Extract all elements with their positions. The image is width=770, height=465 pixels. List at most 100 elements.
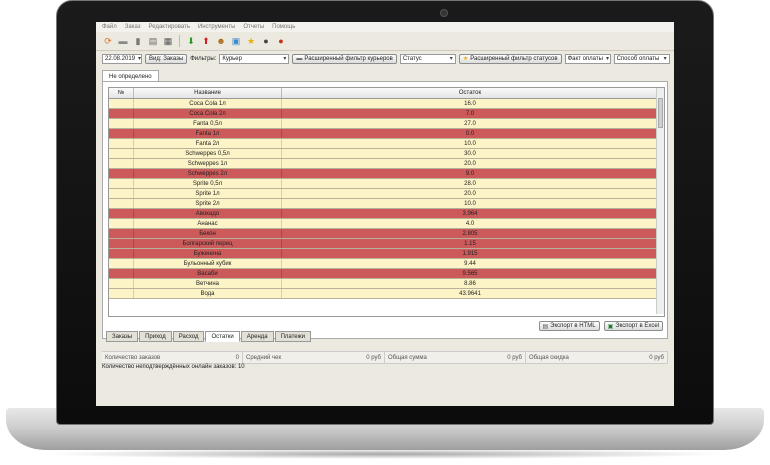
table-row[interactable]: Sprite 2л 10.0 <box>109 199 664 209</box>
cell-stock: 10.0 <box>282 199 659 208</box>
arrow-down-icon[interactable]: ⬇ <box>185 35 197 47</box>
cell-stock: 1.15 <box>282 239 659 248</box>
cell-number <box>109 119 134 128</box>
stat-cell: Общая скидка 0 руб <box>526 352 668 363</box>
tab-bottom-3[interactable]: Остатки <box>205 331 240 342</box>
cell-stock: 9.44 <box>282 259 659 268</box>
cell-number <box>109 109 134 118</box>
stop-icon[interactable]: ● <box>275 35 287 47</box>
cell-number <box>109 139 134 148</box>
table-row[interactable]: Буженина 1.915 <box>109 249 664 259</box>
app-window: Файл Заказ Редактировать Инструменты Отчеты П… <box>96 22 674 406</box>
unconfirmed-orders: Количество неподтверждённых онлайн заказ… <box>102 364 245 370</box>
table-row[interactable]: Вода 43.9641 <box>109 289 664 299</box>
person-icon[interactable]: ☻ <box>215 35 227 47</box>
table-row[interactable]: Coca Cola 1л 16.0 <box>109 99 664 109</box>
cell-stock: 8.86 <box>282 279 659 288</box>
stat-label: Общая сумма <box>388 354 427 361</box>
menu-item-4[interactable]: Отчеты <box>243 24 264 30</box>
table-row[interactable]: Бульонный кубик 9.44 <box>109 259 664 269</box>
courier-filter-button[interactable]: ▬ Расширенный фильтр курьеров <box>292 53 397 64</box>
bottom-tabs: Заказы Приход Расход Остатки Аренда Платежи <box>106 331 311 342</box>
table-row[interactable]: Schweppes 0,5л 30.0 <box>109 149 664 159</box>
cell-number <box>109 129 134 138</box>
tab-bottom-1[interactable]: Приход <box>139 331 172 342</box>
stat-value: 0 <box>235 354 239 361</box>
courier-select[interactable]: Курьер <box>219 53 290 64</box>
status-select[interactable]: Статус <box>399 53 456 64</box>
table-row[interactable]: Sprite 1л 20.0 <box>109 189 664 199</box>
cell-stock: 7.0 <box>282 109 659 118</box>
star-icon[interactable]: ★ <box>245 35 257 47</box>
cell-name: Буженина <box>134 249 282 258</box>
table-row[interactable]: Schweppes 1л 20.0 <box>109 159 664 169</box>
table-row[interactable]: Fanta 1л 0.0 <box>109 129 664 139</box>
filter-bar: 22.08.2019 Вид: Заказы Фильтры: Курьер ▬… <box>96 51 674 66</box>
export-excel-button[interactable]: ▣ Экспорт в Excel <box>603 321 663 331</box>
owl-icon[interactable]: ● <box>260 35 272 47</box>
cell-name: Coca Cola 1л <box>134 99 282 108</box>
view-selector[interactable]: Вид: Заказы <box>145 53 188 64</box>
table-row[interactable]: Авокадо 3.964 <box>109 209 664 219</box>
table-row[interactable]: Fanta 2л 10.0 <box>109 139 664 149</box>
cell-stock: 3.964 <box>282 209 659 218</box>
cell-number <box>109 199 134 208</box>
truck-icon[interactable]: ▮ <box>132 35 144 47</box>
menu-item-1[interactable]: Заказ <box>125 24 141 30</box>
laptop-shadow <box>40 449 730 459</box>
tab-bottom-2[interactable]: Расход <box>172 331 205 342</box>
column-header-number[interactable]: № <box>109 88 134 98</box>
table-row[interactable]: Болгарский перец 1.15 <box>109 239 664 249</box>
cell-number <box>109 289 134 298</box>
cell-number <box>109 209 134 218</box>
cell-name: Ананас <box>134 219 282 228</box>
courier-filter-label: Расширенный фильтр курьеров <box>304 55 393 62</box>
cell-name: Schweppes 0,5л <box>134 149 282 158</box>
status-filter-label: Расширенный фильтр статусов <box>470 55 558 62</box>
column-header-stock[interactable]: Остаток <box>282 88 659 98</box>
tab-bottom-4[interactable]: Аренда <box>240 331 274 342</box>
tab-bottom-5[interactable]: Платежи <box>274 331 311 342</box>
cell-number <box>109 229 134 238</box>
table-row[interactable]: Ветчина 8.86 <box>109 279 664 289</box>
courier-value: Курьер <box>222 55 242 62</box>
scrollbar-thumb[interactable] <box>658 98 663 128</box>
table-row[interactable]: Васаби 9.565 <box>109 269 664 279</box>
print-icon[interactable]: ▤ <box>147 35 159 47</box>
tab-bottom-0[interactable]: Заказы <box>106 331 139 342</box>
table-row[interactable]: Fanta 0,5л 27.0 <box>109 119 664 129</box>
menu-item-0[interactable]: Файл <box>102 24 117 30</box>
cell-stock: 2.805 <box>282 229 659 238</box>
cell-number <box>109 269 134 278</box>
table-row[interactable]: Бекон 2.805 <box>109 229 664 239</box>
payment-method-select[interactable]: Способ оплаты <box>613 53 670 64</box>
vertical-scrollbar[interactable] <box>656 88 664 314</box>
stat-label: Средний чек <box>246 354 282 361</box>
menu-item-2[interactable]: Редактировать <box>149 24 190 30</box>
car-icon[interactable]: ▬ <box>117 35 129 47</box>
refresh-icon[interactable]: ⟳ <box>102 35 114 47</box>
cell-name: Бекон <box>134 229 282 238</box>
calculator-icon[interactable]: ▦ <box>162 35 174 47</box>
menu-item-3[interactable]: Инструменты <box>198 24 235 30</box>
cell-stock: 9.565 <box>282 269 659 278</box>
table-row[interactable]: Coca Cola 2л 7.0 <box>109 109 664 119</box>
toolbar-separator <box>179 35 180 47</box>
payment-fact-select[interactable]: Факт оплаты <box>564 53 611 64</box>
column-header-name[interactable]: Название <box>134 88 282 98</box>
cell-name: Schweppes 2л <box>134 169 282 178</box>
table-row[interactable]: Schweppes 2л 9.0 <box>109 169 664 179</box>
cell-number <box>109 99 134 108</box>
menu-item-5[interactable]: Помощь <box>272 24 295 30</box>
export-html-button[interactable]: ▤ Экспорт в HTML <box>538 321 600 331</box>
status-filter-button[interactable]: ★ Расширенный фильтр статусов <box>458 53 562 64</box>
image-icon[interactable]: ▣ <box>230 35 242 47</box>
arrow-up-icon[interactable]: ⬆ <box>200 35 212 47</box>
table-body: Coca Cola 1л 16.0 Coca Cola 2л 7.0 Fanta 0,5… <box>109 99 664 299</box>
stat-value: 0 руб <box>507 354 522 361</box>
status-value: Статус <box>402 55 422 62</box>
table-row[interactable]: Sprite 0,5л 28.0 <box>109 179 664 189</box>
table-row[interactable]: Ананас 4.0 <box>109 219 664 229</box>
date-picker[interactable]: 22.08.2019 <box>102 53 142 64</box>
payment-fact-value: Факт оплаты <box>567 55 603 62</box>
